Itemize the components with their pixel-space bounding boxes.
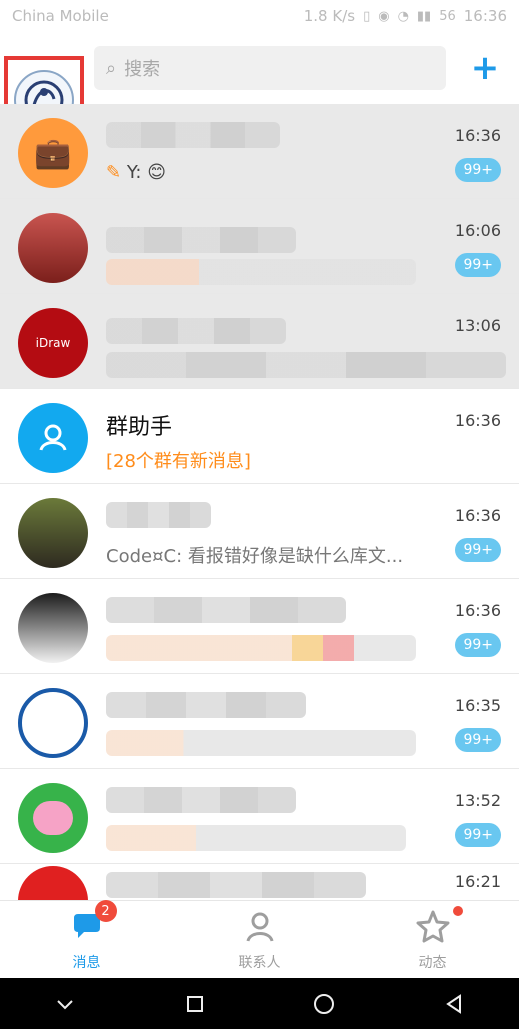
conversation-title: 群助手 xyxy=(106,415,173,440)
conversation-time: 16:36 xyxy=(454,506,501,525)
conversation-row-7[interactable]: 16:35 99+ xyxy=(0,674,519,769)
conversation-row-group-helper[interactable]: 群助手 [28个群有新消息] 16:36 xyxy=(0,389,519,484)
conversation-avatar: iDraw xyxy=(18,308,88,378)
blurred-title xyxy=(106,227,296,253)
conversation-subtext: ✎ Y: 😊 xyxy=(106,162,166,183)
conversation-row-8[interactable]: 13:52 99+ xyxy=(0,769,519,864)
unread-badge: 99+ xyxy=(455,158,501,182)
pencil-icon: ✎ xyxy=(106,162,122,183)
blurred-subtext xyxy=(106,730,416,756)
conversation-row-5[interactable]: Code¤C: 看报错好像是缺什么库文... 16:36 99+ xyxy=(0,484,519,579)
messages-badge: 2 xyxy=(94,900,117,922)
conversation-avatar xyxy=(18,213,88,283)
nav-feed[interactable]: 动态 xyxy=(373,906,493,972)
bottom-navigation: 2 消息 联系人 动态 xyxy=(0,900,519,979)
idraw-logo-icon: iDraw xyxy=(35,336,71,350)
android-navigation-bar xyxy=(0,978,519,1029)
conversation-time: 13:52 xyxy=(454,791,501,810)
blurred-subtext xyxy=(106,259,416,285)
briefcase-icon: 💼 xyxy=(34,135,72,171)
conversation-time: 16:36 xyxy=(454,126,501,145)
header: ⌕ 搜索 + xyxy=(0,32,519,144)
carrier-label: China Mobile xyxy=(12,7,109,25)
feed-new-dot xyxy=(452,906,463,916)
conversation-subtext: Code¤C: 看报错好像是缺什么库文... xyxy=(106,546,404,567)
blurred-subtext xyxy=(106,352,506,378)
blurred-title xyxy=(106,318,286,344)
group-helper-icon xyxy=(39,424,67,451)
contacts-icon xyxy=(241,908,279,946)
blurred-subtext xyxy=(106,635,416,661)
conversation-list: 💼 ✎ Y: 😊 16:36 99+ 16:06 99+ iDraw 13:06 xyxy=(0,104,519,900)
blurred-title xyxy=(106,502,211,528)
status-bar: China Mobile 1.8 K/s ▯ ◉ ◔ ▮▮ 56 16:36 xyxy=(0,0,519,32)
blurred-title xyxy=(106,872,366,898)
unread-badge: 99+ xyxy=(455,253,501,277)
battery-icon: 56 xyxy=(439,9,456,24)
conversation-subtext: [28个群有新消息] xyxy=(106,451,251,472)
home-icon[interactable] xyxy=(304,984,344,1024)
eye-icon: ◉ xyxy=(378,8,390,24)
blurred-title xyxy=(106,122,280,148)
conversation-time: 13:06 xyxy=(454,316,501,335)
vibrate-icon: ▯ xyxy=(363,8,371,24)
conversation-row-6[interactable]: 16:36 99+ xyxy=(0,579,519,674)
blurred-subtext xyxy=(106,825,406,851)
conversation-row-2[interactable]: 16:06 99+ xyxy=(0,199,519,294)
conversation-avatar: 💼 xyxy=(18,118,88,188)
nav-label-feed: 动态 xyxy=(418,955,447,971)
conversation-time: 16:36 xyxy=(454,411,501,430)
nav-label-messages: 消息 xyxy=(72,955,101,971)
conversation-time: 16:21 xyxy=(454,872,501,891)
search-icon: ⌕ xyxy=(106,57,117,79)
unread-badge: 99+ xyxy=(455,823,501,847)
blurred-title xyxy=(106,692,306,718)
unread-badge: 99+ xyxy=(455,728,501,752)
back-icon[interactable] xyxy=(434,984,474,1024)
wifi-icon: ◔ xyxy=(397,8,409,24)
conversation-time: 16:35 xyxy=(454,696,501,715)
add-button[interactable]: + xyxy=(467,48,503,88)
nav-contacts[interactable]: 联系人 xyxy=(200,908,320,972)
status-right: 1.8 K/s ▯ ◉ ◔ ▮▮ 56 16:36 xyxy=(304,7,507,25)
unread-badge: 99+ xyxy=(455,538,501,562)
conversation-avatar xyxy=(18,783,88,853)
hide-keyboard-icon[interactable] xyxy=(45,984,85,1024)
recent-apps-icon[interactable] xyxy=(175,984,215,1024)
search-placeholder: 搜索 xyxy=(124,59,161,80)
conversation-avatar xyxy=(18,593,88,663)
conversation-row-1[interactable]: 💼 ✎ Y: 😊 16:36 99+ xyxy=(0,104,519,199)
nav-messages[interactable]: 2 消息 xyxy=(27,900,147,972)
conversation-avatar xyxy=(18,688,88,758)
conversation-avatar xyxy=(18,403,88,473)
battery-level: 56 xyxy=(439,8,456,24)
blurred-title xyxy=(106,787,296,813)
nav-label-contacts: 联系人 xyxy=(238,955,281,971)
conversation-avatar xyxy=(18,498,88,568)
conversation-avatar xyxy=(18,866,88,900)
pig-icon xyxy=(33,801,73,835)
conversation-row-9[interactable]: 16:21 xyxy=(0,864,519,900)
unread-badge: 99+ xyxy=(455,633,501,657)
conversation-time: 16:36 xyxy=(454,601,501,620)
blurred-title xyxy=(106,597,346,623)
emoji-icon: 😊 xyxy=(147,162,166,183)
search-bar[interactable]: ⌕ 搜索 xyxy=(94,46,446,90)
network-speed: 1.8 K/s xyxy=(303,7,356,25)
star-icon xyxy=(414,908,452,946)
status-time: 16:36 xyxy=(463,7,507,25)
signal-icon: ▮▮ xyxy=(416,8,432,24)
conversation-row-3[interactable]: iDraw 13:06 xyxy=(0,294,519,389)
conversation-time: 16:06 xyxy=(454,221,501,240)
